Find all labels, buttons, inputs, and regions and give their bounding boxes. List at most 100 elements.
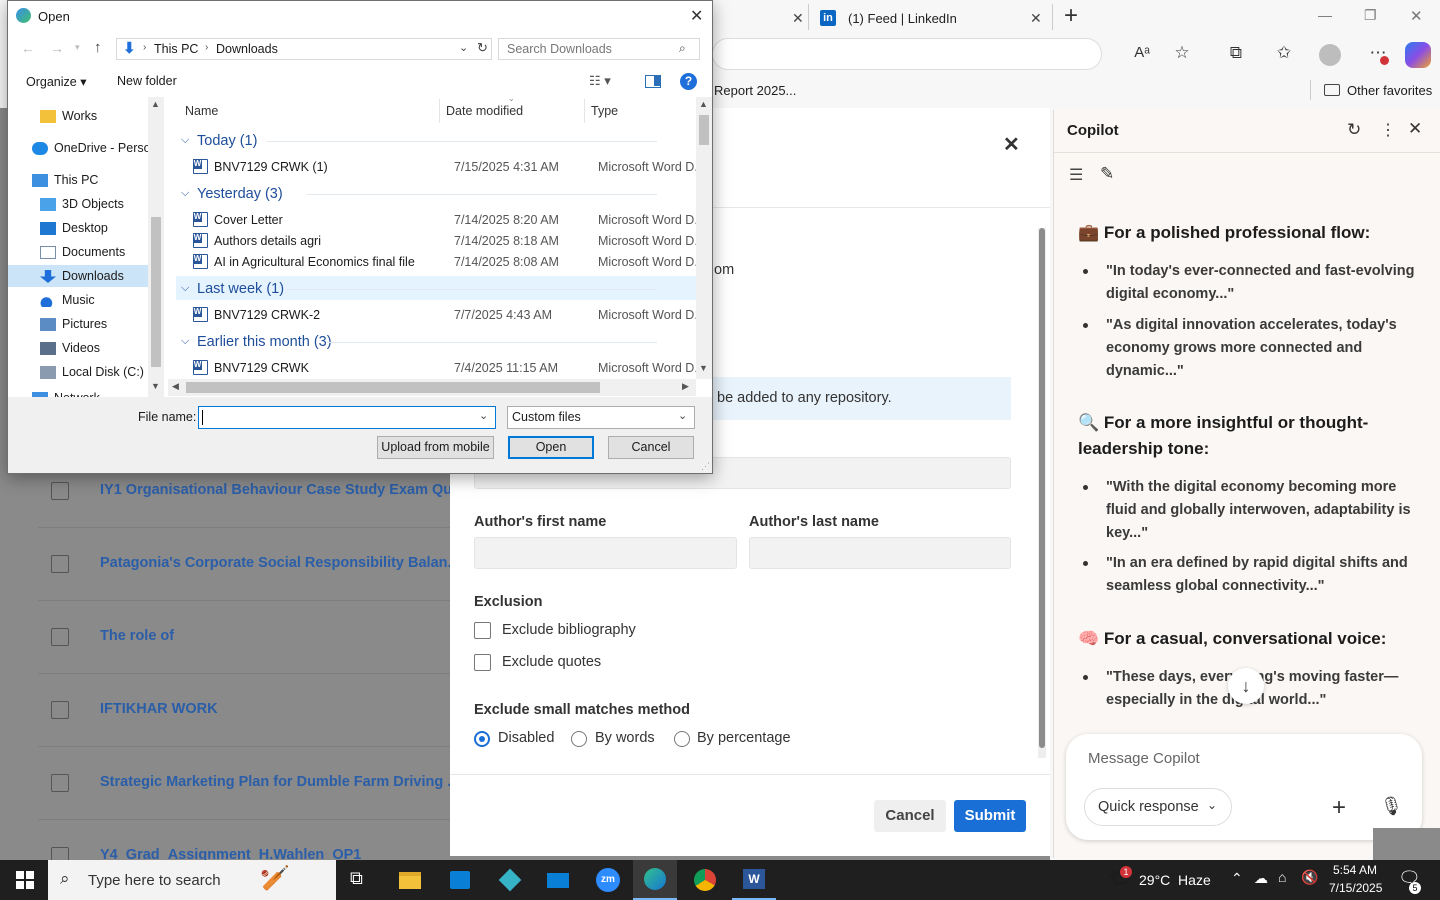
favorites-bar-item[interactable]: Report 2025... bbox=[714, 80, 796, 100]
refresh-icon[interactable]: ↻ bbox=[1347, 120, 1361, 140]
quick-response-dropdown[interactable]: Quick response ⌄ bbox=[1084, 788, 1232, 826]
recent-chevron-icon[interactable]: ▾ bbox=[75, 42, 80, 53]
refresh-icon[interactable]: ↻ bbox=[477, 40, 488, 56]
tab-close-icon[interactable]: ✕ bbox=[792, 10, 804, 27]
new-tab-button[interactable]: + bbox=[1064, 2, 1078, 30]
zoom-icon[interactable]: zm bbox=[586, 860, 630, 900]
file-type-select[interactable]: Custom files ⌄ bbox=[507, 406, 695, 429]
file-group-header[interactable]: Earlier this month (3) bbox=[197, 334, 332, 350]
copilot-icon[interactable] bbox=[1405, 42, 1431, 68]
chrome-icon[interactable] bbox=[683, 860, 727, 900]
close-window-button[interactable]: ✕ bbox=[1410, 7, 1423, 25]
favorites-icon[interactable]: ✩ bbox=[1272, 43, 1296, 63]
row-checkbox[interactable] bbox=[51, 628, 69, 646]
view-options-icon[interactable]: ☷ ▾ bbox=[589, 73, 611, 89]
clock-time[interactable]: 5:54 AM bbox=[1333, 863, 1377, 877]
dialog-close-button[interactable]: ✕ bbox=[690, 6, 703, 26]
group-chevron-icon[interactable]: ⌵ bbox=[181, 282, 189, 295]
modal-cancel-button[interactable]: Cancel bbox=[874, 800, 946, 832]
path-downloads[interactable]: Downloads bbox=[216, 42, 278, 56]
volume-muted-icon[interactable]: 🔇 bbox=[1301, 869, 1318, 886]
first-name-input[interactable] bbox=[474, 537, 737, 569]
network-icon[interactable]: ⌂ bbox=[1278, 869, 1286, 885]
app-diamond-icon[interactable] bbox=[488, 860, 532, 900]
tab-linkedin[interactable]: in (1) Feed | LinkedIn bbox=[820, 4, 1050, 32]
nav-item[interactable]: Desktop bbox=[62, 221, 108, 235]
favorite-star-icon[interactable]: ☆ bbox=[1170, 43, 1194, 63]
exclude-quotes-checkbox[interactable] bbox=[474, 654, 491, 671]
submit-button[interactable]: Submit bbox=[954, 800, 1026, 832]
modal-scrollbar[interactable] bbox=[1038, 228, 1046, 758]
column-name[interactable]: Name bbox=[185, 104, 218, 118]
scroll-left-icon[interactable]: ◀ bbox=[172, 381, 179, 392]
list-item-title[interactable]: IFTIKHAR WORK bbox=[100, 701, 450, 717]
preview-pane-icon[interactable] bbox=[645, 75, 661, 88]
nav-scrollbar-thumb[interactable] bbox=[151, 217, 161, 367]
message-input[interactable]: Message Copilot bbox=[1088, 750, 1200, 767]
open-button[interactable]: Open bbox=[508, 436, 594, 459]
show-hidden-icons[interactable]: ⌃ bbox=[1231, 870, 1243, 887]
help-icon[interactable]: ? bbox=[680, 73, 697, 90]
row-checkbox[interactable] bbox=[51, 701, 69, 719]
file-scrollbar-thumb[interactable] bbox=[699, 115, 709, 145]
scroll-up-icon[interactable]: ▲ bbox=[151, 99, 160, 109]
onedrive-icon[interactable]: ☁ bbox=[1254, 870, 1268, 887]
taskbar-search[interactable]: ⌕ Type here to search 🏏 bbox=[48, 860, 336, 900]
last-name-input[interactable] bbox=[749, 537, 1011, 569]
list-item-title[interactable]: Patagonia's Corporate Social Responsibil… bbox=[100, 555, 450, 571]
modal-close-button[interactable]: ✕ bbox=[1003, 132, 1020, 157]
new-folder-button[interactable]: New folder bbox=[117, 74, 177, 88]
exclude-bibliography-checkbox[interactable] bbox=[474, 622, 491, 639]
read-aloud-icon[interactable]: Aᵃ bbox=[1130, 44, 1154, 61]
nav-item[interactable]: Pictures bbox=[62, 317, 107, 331]
nav-item[interactable]: Music bbox=[62, 293, 95, 307]
microphone-icon[interactable]: 🎙 bbox=[1380, 796, 1403, 817]
file-scrollbar[interactable]: ▲ ▼ bbox=[696, 97, 712, 379]
back-arrow-icon[interactable]: ← bbox=[21, 40, 35, 56]
forward-arrow-icon[interactable]: → bbox=[50, 40, 64, 56]
radio-by-percentage[interactable] bbox=[674, 731, 690, 747]
tab-close-icon[interactable]: ✕ bbox=[1030, 10, 1042, 27]
file-explorer-icon[interactable] bbox=[388, 860, 432, 900]
copilot-composer[interactable]: Message Copilot Quick response ⌄ + 🎙 bbox=[1066, 734, 1422, 840]
mail-icon[interactable] bbox=[536, 860, 580, 900]
more-options-icon[interactable]: ⋮ bbox=[1380, 120, 1396, 140]
search-input[interactable]: Search Downloads bbox=[507, 42, 612, 56]
nav-item[interactable]: Downloads bbox=[62, 269, 124, 283]
scroll-right-icon[interactable]: ▶ bbox=[682, 381, 689, 392]
extensions-icon[interactable]: ⧉ bbox=[1224, 43, 1248, 63]
weather-text[interactable]: 29°C Haze bbox=[1139, 872, 1211, 888]
radio-disabled[interactable] bbox=[474, 731, 490, 747]
group-chevron-icon[interactable]: ⌵ bbox=[181, 134, 189, 147]
taskbar-search-input[interactable]: Type here to search bbox=[88, 872, 221, 889]
group-chevron-icon[interactable]: ⌵ bbox=[181, 187, 189, 200]
task-view-icon[interactable]: ⧉ bbox=[350, 868, 363, 889]
maximize-button[interactable]: ❐ bbox=[1364, 7, 1377, 24]
column-date-modified[interactable]: Date modified bbox=[446, 104, 523, 118]
row-checkbox[interactable] bbox=[51, 482, 69, 500]
radio-by-words[interactable] bbox=[571, 731, 587, 747]
add-icon[interactable]: + bbox=[1332, 794, 1346, 822]
file-group-header[interactable]: Today (1) bbox=[197, 133, 257, 149]
file-group-header[interactable]: Last week (1) bbox=[197, 281, 284, 297]
profile-avatar[interactable] bbox=[1319, 44, 1341, 66]
row-checkbox[interactable] bbox=[51, 555, 69, 573]
nav-item[interactable]: 3D Objects bbox=[62, 197, 124, 211]
dialog-cancel-button[interactable]: Cancel bbox=[608, 436, 694, 459]
windows-start-icon[interactable] bbox=[16, 871, 34, 889]
address-bar[interactable] bbox=[712, 38, 1102, 70]
nav-item[interactable]: Documents bbox=[62, 245, 125, 259]
close-pane-icon[interactable]: ✕ bbox=[1408, 119, 1422, 139]
nav-item[interactable]: Works bbox=[62, 109, 97, 123]
nav-item[interactable]: OneDrive - Persor bbox=[54, 141, 155, 155]
new-chat-icon[interactable]: ✎ bbox=[1100, 164, 1114, 184]
word-icon[interactable]: W bbox=[732, 860, 776, 900]
store-icon[interactable] bbox=[438, 860, 482, 900]
scroll-down-arrow-icon[interactable]: ↓ bbox=[1228, 668, 1264, 704]
h-scrollbar-thumb[interactable] bbox=[186, 382, 600, 393]
clock-date[interactable]: 7/15/2025 bbox=[1329, 881, 1382, 895]
list-item-title[interactable]: The role of bbox=[100, 628, 450, 644]
list-item-title[interactable]: IY1 Organisational Behaviour Case Study … bbox=[100, 482, 450, 498]
nav-item[interactable]: Videos bbox=[62, 341, 100, 355]
group-chevron-icon[interactable]: ⌵ bbox=[181, 335, 189, 348]
